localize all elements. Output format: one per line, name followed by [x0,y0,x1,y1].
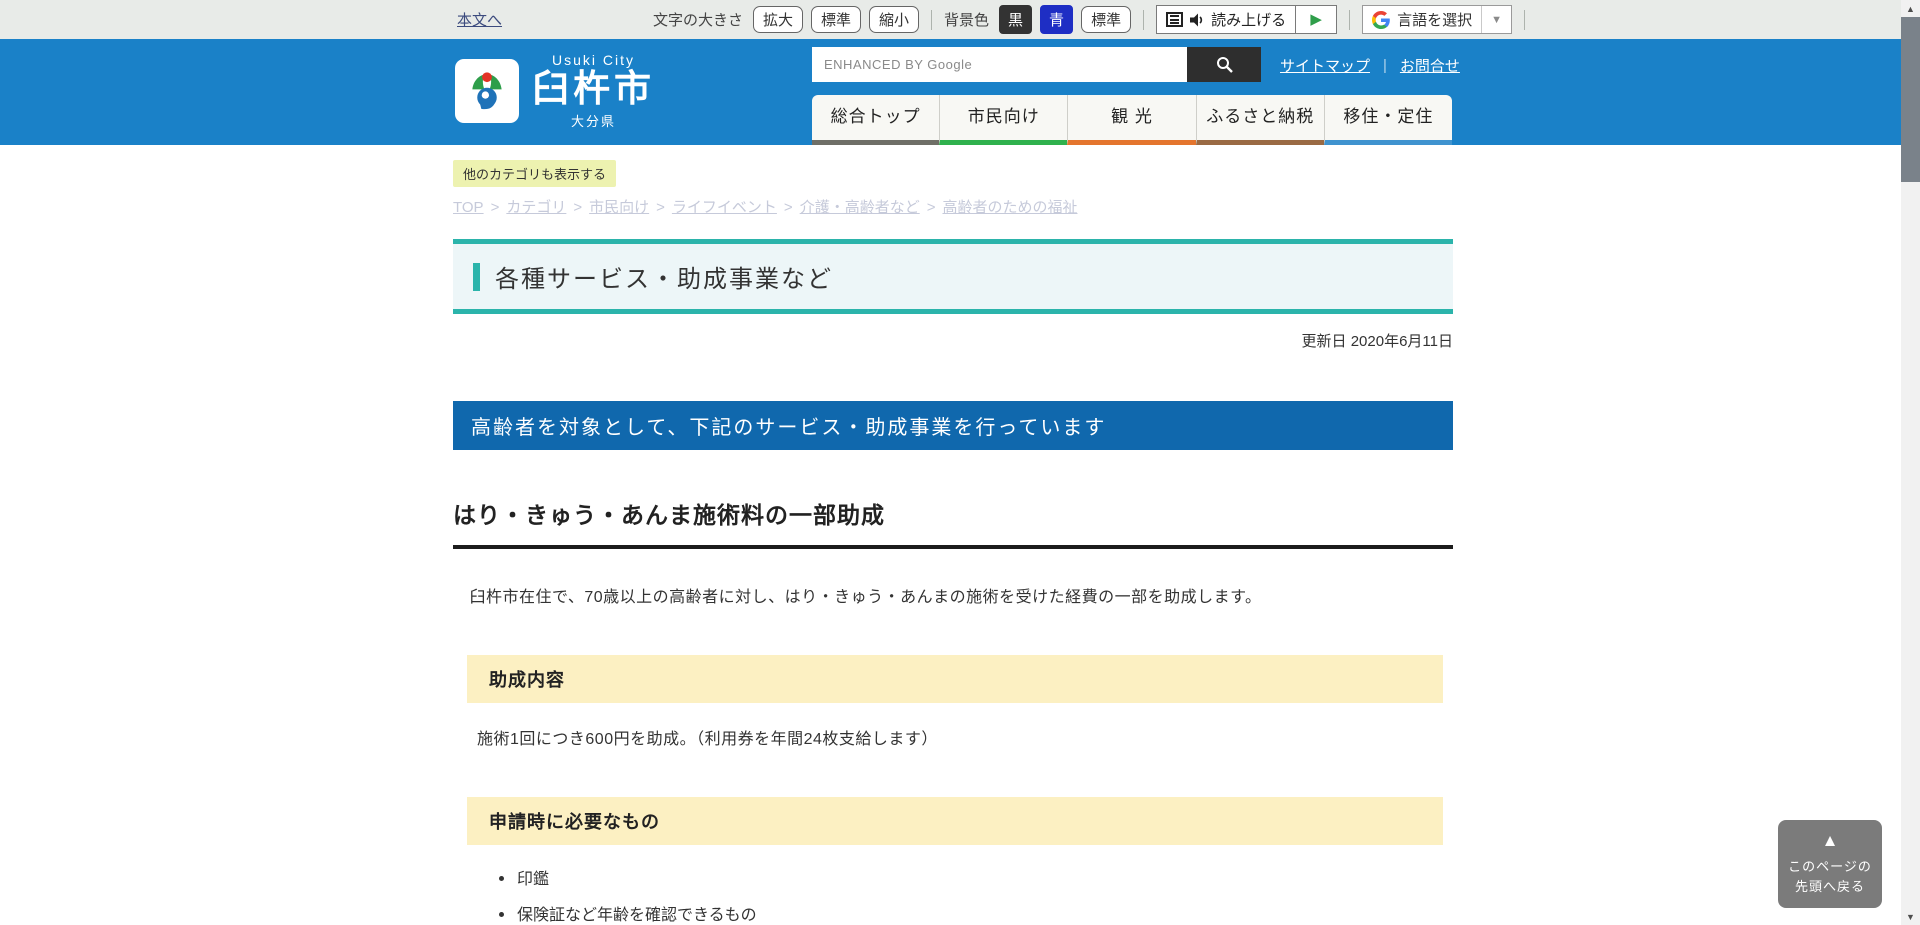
breadcrumb-link-top[interactable]: TOP [453,199,484,216]
breadcrumb-link-residents[interactable]: 市民向け [589,199,649,216]
logo-text: Usuki City 臼杵市 大分県 [532,52,655,130]
read-aloud-button[interactable]: 読み上げる [1157,6,1295,33]
city-name-jp: 臼杵市 [532,68,655,111]
scrollbar-thumb[interactable] [1901,17,1920,182]
toolbar-divider [1349,10,1350,30]
usuki-city-emblem-icon [455,59,519,123]
play-icon: ▶ [1310,12,1322,27]
scroll-down-arrow-icon[interactable]: ▼ [1901,908,1920,925]
text-lines-icon [1166,12,1183,27]
vertical-scrollbar[interactable]: ▲ ▼ [1901,0,1920,925]
breadcrumb: TOP > カテゴリ > 市民向け > ライフイベント > 介護・高齢者など > 高齢者のための福祉 [453,196,1453,217]
back-to-top-label: このページの 先頭へ戻る [1778,857,1882,896]
skip-to-content-link[interactable]: 本文へ [457,9,502,30]
nav-tab-furusato-tax[interactable]: ふるさと納税 [1196,95,1324,145]
language-dropdown[interactable]: ▼ [1481,6,1511,33]
main-content: 他のカテゴリも表示する TOP > カテゴリ > 市民向け > ライフイベント > 介護・高齢者… [453,145,1453,925]
breadcrumb-separator: > [656,199,665,216]
chevron-down-icon: ▼ [1491,14,1502,26]
toolbar-divider [1524,10,1525,30]
list-item: 保険証など年齢を確認できるもの [499,901,1453,925]
page-title-block: 各種サービス・助成事業など [453,239,1453,314]
breadcrumb-link-life-events[interactable]: ライフイベント [672,199,777,216]
search-button[interactable] [1187,47,1261,82]
site-header: Usuki City 臼杵市 大分県 サイトマップ | お問合せ 総合トップ 市… [0,39,1901,145]
bg-blue-button[interactable]: 青 [1040,5,1073,34]
nav-tab-relocation[interactable]: 移住・定住 [1324,95,1452,145]
breadcrumb-separator: > [491,199,500,216]
text-size-label: 文字の大きさ [653,9,743,30]
bg-color-label: 背景色 [944,9,989,30]
breadcrumb-link-care-elderly[interactable]: 介護・高齢者など [800,199,920,216]
subsection-heading-requirements: 申請時に必要なもの [467,797,1443,845]
breadcrumb-separator: > [573,199,582,216]
lead-banner: 高齢者を対象として、下記のサービス・助成事業を行っています [453,401,1453,450]
accessibility-tools: 文字の大きさ 拡大 標準 縮小 背景色 黒 青 標準 読み上げる ▶ [653,0,1529,39]
toolbar-divider [931,10,932,30]
page-title: 各種サービス・助成事業など [495,259,833,294]
main-navigation: 総合トップ 市民向け 観 光 ふるさと納税 移住・定住 [812,95,1452,145]
usuki-city-logo[interactable]: Usuki City 臼杵市 大分県 [455,52,655,130]
nav-tab-residents[interactable]: 市民向け [939,95,1067,145]
text-size-smaller-button[interactable]: 縮小 [869,6,919,33]
read-aloud-widget: 読み上げる ▶ [1156,5,1337,34]
city-name-en: Usuki City [532,52,655,68]
language-select[interactable]: 言語を選択 ▼ [1362,5,1512,34]
bg-black-button[interactable]: 黒 [999,5,1032,34]
contact-link[interactable]: お問合せ [1400,55,1460,76]
speaker-icon [1189,12,1205,28]
search-icon [1216,56,1233,73]
read-aloud-label: 読み上げる [1211,9,1286,30]
list-item: 印鑑 [499,865,1453,889]
text-size-larger-button[interactable]: 拡大 [753,6,803,33]
search-input[interactable] [812,47,1187,82]
prefecture-name: 大分県 [532,111,655,130]
bg-standard-button[interactable]: 標準 [1081,6,1131,33]
scroll-up-arrow-icon[interactable]: ▲ [1901,0,1920,17]
toolbar-divider [1143,10,1144,30]
play-button[interactable]: ▶ [1296,6,1336,33]
nav-tab-top[interactable]: 総合トップ [812,95,939,145]
arrow-up-icon: ▲ [1778,832,1882,849]
page: 本文へ 文字の大きさ 拡大 標準 縮小 背景色 黒 青 標準 読み上げる [0,0,1920,925]
breadcrumb-separator: > [784,199,793,216]
sitemap-link[interactable]: サイトマップ [1280,55,1370,76]
section-title: はり・きゅう・あんま施術料の一部助成 [453,496,1453,549]
updated-date: 更新日 2020年6月11日 [453,330,1453,351]
subsection-heading-subsidy: 助成内容 [467,655,1443,703]
accessibility-toolbar: 本文へ 文字の大きさ 拡大 標準 縮小 背景色 黒 青 標準 読み上げる [0,0,1901,39]
google-logo-icon [1372,11,1390,29]
breadcrumb-link-elderly-welfare[interactable]: 高齢者のための福祉 [942,199,1077,216]
requirements-list: 印鑑 保険証など年齢を確認できるもの 同居の家族以外が来られる場合は委任状 [499,865,1453,925]
back-to-top-button[interactable]: ▲ このページの 先頭へ戻る [1778,820,1882,908]
text-size-standard-button[interactable]: 標準 [811,6,861,33]
links-divider: | [1383,57,1387,74]
subsidy-detail-text: 施術1回につき600円を助成。（利用券を年間24枚支給します） [477,725,1453,749]
header-utility-links: サイトマップ | お問合せ [1280,55,1460,76]
language-select-label: 言語を選択 [1397,9,1481,30]
show-other-categories-button[interactable]: 他のカテゴリも表示する [453,160,616,187]
nav-tab-tourism[interactable]: 観 光 [1067,95,1195,145]
breadcrumb-link-category[interactable]: カテゴリ [506,199,566,216]
title-accent-bar [473,263,480,291]
site-search [812,47,1261,82]
intro-paragraph: 臼杵市在住で、70歳以上の高齢者に対し、はり・きゅう・あんまの施術を受けた経費の… [453,583,1453,607]
breadcrumb-separator: > [927,199,936,216]
